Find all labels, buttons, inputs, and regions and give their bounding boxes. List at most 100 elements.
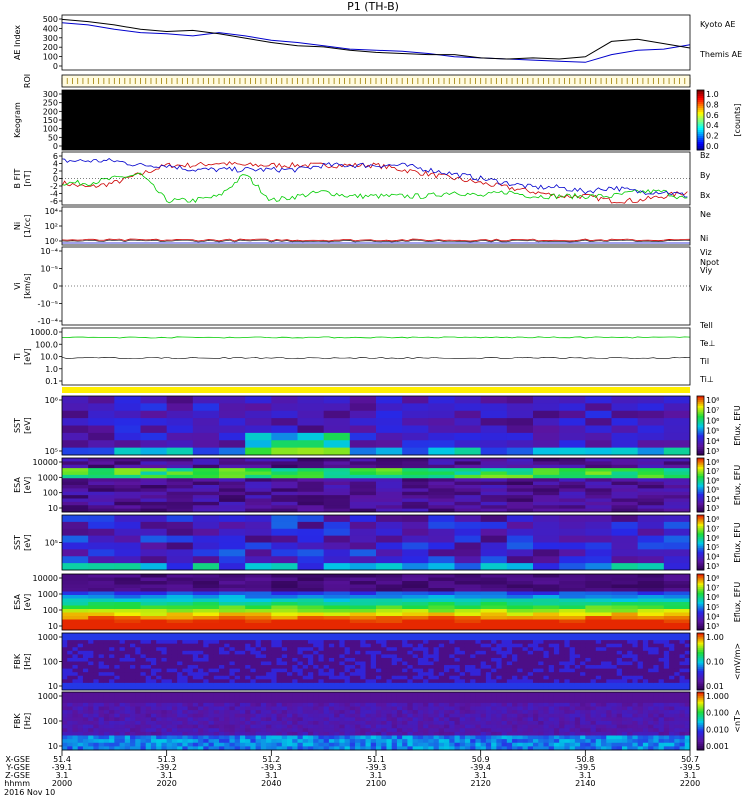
heatmap-cell-fbk_e [192, 643, 199, 648]
heatmap-cell-fbk_e [271, 636, 277, 641]
heatmap-cell-fbk_e [114, 679, 120, 684]
heatmap-cell-fbk_b [88, 699, 94, 704]
heatmap-cell-fbk_b [177, 699, 183, 704]
heatmap-cell-fbk_b [334, 695, 340, 700]
heatmap-cell-esa_i [271, 612, 298, 617]
heatmap-cell-fbk_b [376, 724, 382, 729]
heatmap-cell-fbk_e [229, 679, 236, 684]
heatmap-cell-fbk_b [449, 699, 455, 704]
heatmap-cell-fbk_e [595, 636, 602, 641]
heatmap-cell-esa_e [376, 471, 403, 476]
heatmap-cell-fbk_b [423, 721, 429, 726]
heatmap-cell-fbk_e [627, 647, 633, 652]
heatmap-cell-fbk_b [454, 739, 461, 744]
heatmap-cell-fbk_b [109, 710, 115, 715]
heatmap-cell-fbk_b [213, 702, 220, 707]
heatmap-cell-esa_e [114, 491, 141, 496]
heatmap-cell-fbk_e [433, 640, 440, 645]
heatmap-cell-fbk_b [407, 710, 414, 715]
heatmap-cell-esa_i [454, 602, 482, 606]
heatmap-cell-fbk_b [114, 721, 120, 726]
heatmap-cell-fbk_e [365, 661, 372, 666]
heatmap-cell-fbk_b [72, 717, 79, 722]
heatmap-cell-fbk_b [77, 713, 84, 718]
heatmap-cell-fbk_b [281, 706, 288, 711]
heatmap-cell-esa_e [376, 474, 403, 479]
heatmap-cell-fbk_e [548, 672, 555, 677]
heatmap-cell-esa_e [349, 491, 377, 496]
heatmap-cell-fbk_e [601, 679, 607, 684]
heatmap-cell-fbk_b [470, 724, 476, 729]
heatmap-cell-fbk_b [318, 699, 325, 704]
heatmap-cell-fbk_b [402, 724, 408, 729]
heatmap-cell-esa_i [88, 574, 115, 578]
heatmap-cell-fbk_e [145, 665, 152, 670]
heatmap-cell-fbk_b [77, 739, 84, 744]
heatmap-cell-esa_e [428, 478, 455, 483]
heatmap-cell-esa_e [663, 458, 691, 462]
heatmap-cell-fbk_e [470, 675, 476, 680]
heatmap-cell-fbk_e [684, 668, 691, 673]
heatmap-cell-fbk_b [245, 699, 251, 704]
heatmap-cell-fbk_e [192, 668, 199, 673]
heatmap-cell-fbk_e [245, 661, 251, 666]
heatmap-cell-fbk_e [297, 679, 304, 684]
heatmap-cell-fbk_b [276, 695, 283, 700]
heatmap-cell-fbk_e [485, 675, 492, 680]
heatmap-cell-sst_i [428, 542, 455, 550]
heatmap-cell-fbk_b [88, 728, 94, 733]
heatmap-cell-fbk_b [501, 735, 508, 740]
heatmap-cell-fbk_b [145, 731, 152, 736]
heatmap-cell-esa_e [402, 485, 429, 489]
heatmap-cell-fbk_b [417, 710, 424, 715]
heatmap-cell-fbk_b [423, 699, 429, 704]
heatmap-cell-sst_i [62, 563, 89, 571]
heatmap-cell-fbk_e [370, 654, 377, 659]
heatmap-cell-fbk_b [339, 710, 345, 715]
heatmap-cell-esa_e [559, 461, 586, 466]
heatmap-cell-sst_i [663, 542, 691, 550]
heatmap-cell-esa_e [166, 468, 194, 472]
heatmap-cell-fbk_e [480, 650, 487, 655]
heatmap-cell-esa_i [62, 588, 89, 592]
heatmap-cell-fbk_b [192, 731, 199, 736]
heatmap-cell-sst_e [245, 440, 272, 449]
heatmap-cell-fbk_e [370, 682, 377, 687]
heatmap-cell-fbk_e [82, 679, 89, 684]
heatmap-cell-fbk_e [171, 679, 178, 684]
heatmap-cell-fbk_e [679, 672, 686, 677]
heatmap-cell-fbk_b [276, 728, 283, 733]
heatmap-cell-fbk_e [663, 633, 670, 637]
heatmap-cell-fbk_e [669, 679, 675, 684]
heatmap-cell-fbk_e [365, 682, 372, 687]
heatmap-cell-fbk_e [423, 682, 429, 687]
heatmap-cell-fbk_b [203, 692, 209, 697]
heatmap-cell-fbk_e [82, 661, 89, 666]
heatmap-cell-fbk_e [428, 650, 434, 655]
heatmap-cell-fbk_b [454, 735, 461, 740]
heatmap-cell-fbk_e [444, 654, 450, 659]
heatmap-cell-fbk_b [72, 699, 79, 704]
heatmap-cell-esa_i [637, 577, 665, 582]
heatmap-cell-sst_e [297, 418, 325, 426]
heatmap-cell-fbk_e [522, 679, 529, 684]
heatmap-cell-fbk_b [171, 692, 178, 697]
heatmap-cell-fbk_b [67, 742, 73, 747]
ytick-label-keo-1: 250 [43, 99, 58, 108]
heatmap-cell-fbk_e [485, 682, 492, 687]
heatmap-cell-fbk_e [470, 647, 476, 652]
heatmap-cell-fbk_b [517, 702, 523, 707]
heatmap-cell-esa_e [323, 481, 351, 486]
heatmap-cell-sst_i [533, 521, 560, 530]
heatmap-cell-esa_i [480, 588, 508, 592]
heatmap-cell-fbk_b [250, 731, 257, 736]
heatmap-cell-esa_i [533, 595, 560, 599]
heatmap-cell-fbk_b [276, 713, 283, 718]
heatmap-cell-fbk_b [480, 735, 487, 740]
heatmap-cell-sst_i [402, 515, 429, 523]
heatmap-cell-fbk_e [485, 643, 492, 648]
heatmap-cell-sst_e [114, 440, 141, 449]
heatmap-cell-fbk_e [62, 668, 68, 673]
heatmap-cell-fbk_e [229, 643, 236, 648]
heatmap-cell-esa_i [349, 595, 377, 599]
